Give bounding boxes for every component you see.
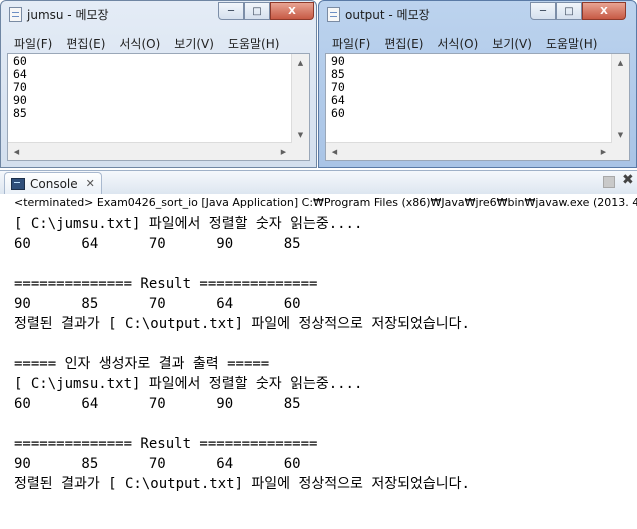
console-output[interactable]: [ C:\jumsu.txt] 파일에서 정렬할 숫자 읽는중.... 60 64…	[14, 214, 637, 494]
vertical-scrollbar[interactable]: ▲ ▼	[291, 54, 309, 160]
scroll-down-icon[interactable]: ▼	[612, 126, 629, 143]
text-line: 60	[331, 106, 345, 120]
window-title-text: output - 메모장	[345, 8, 430, 22]
window-title: jumsu - 메모장	[9, 6, 109, 23]
scroll-up-icon[interactable]: ▲	[612, 54, 629, 71]
text-editor-area[interactable]: 60 64 70 90 85 ▲ ▼ ◀ ▶	[7, 53, 310, 161]
text-line: 85	[13, 106, 27, 120]
menu-format[interactable]: 서식(O)	[430, 35, 485, 52]
close-button[interactable]: X	[582, 2, 626, 20]
console-line: [ C:\jumsu.txt] 파일에서 정렬할 숫자 읽는중....	[14, 376, 363, 392]
menu-bar: 파일(F) 편집(E) 서식(O) 보기(V) 도움말(H)	[7, 33, 310, 53]
horizontal-scrollbar[interactable]: ◀ ▶	[326, 142, 612, 160]
notepad-window-jumsu[interactable]: jumsu - 메모장 ─ □ X 파일(F) 편집(E) 서식(O) 보기(V…	[0, 0, 317, 168]
remove-launch-icon[interactable]: ✖	[622, 172, 634, 188]
scroll-left-icon[interactable]: ◀	[8, 143, 25, 160]
console-line: [ C:\jumsu.txt] 파일에서 정렬할 숫자 읽는중....	[14, 216, 363, 232]
tab-console[interactable]: Console ✕	[4, 172, 102, 194]
window-title: output - 메모장	[327, 6, 430, 23]
console-line: 60 64 70 90 85	[14, 396, 301, 412]
console-line: ============== Result ==============	[14, 276, 318, 292]
console-line: 60 64 70 90 85	[14, 236, 301, 252]
minimize-button[interactable]: ─	[530, 2, 556, 20]
minimize-button[interactable]: ─	[218, 2, 244, 20]
vertical-scrollbar[interactable]: ▲ ▼	[611, 54, 629, 160]
scroll-right-icon[interactable]: ▶	[275, 143, 292, 160]
terminate-icon[interactable]	[603, 176, 615, 188]
notepad-icon	[327, 7, 340, 22]
text-editor-area[interactable]: 90 85 70 64 60 ▲ ▼ ◀ ▶	[325, 53, 630, 161]
console-line: ===== 인자 생성자로 결과 출력 =====	[14, 356, 270, 372]
console-line: 정렬된 결과가 [ C:\output.txt] 파일에 정상적으로 저장되었습…	[14, 476, 470, 492]
menu-file[interactable]: 파일(F)	[325, 35, 377, 52]
menu-help[interactable]: 도움말(H)	[221, 35, 287, 52]
console-tab-bar: Console ✕ ✖	[0, 170, 637, 194]
menu-edit[interactable]: 편집(E)	[377, 35, 430, 52]
scroll-down-icon[interactable]: ▼	[292, 126, 309, 143]
notepad-icon	[9, 7, 22, 22]
console-line: 정렬된 결과가 [ C:\output.txt] 파일에 정상적으로 저장되었습…	[14, 316, 470, 332]
console-status-line: <terminated> Exam0426_sort_io [Java Appl…	[14, 196, 637, 209]
menu-bar: 파일(F) 편집(E) 서식(O) 보기(V) 도움말(H)	[325, 33, 630, 53]
maximize-button[interactable]: □	[556, 2, 582, 20]
menu-view[interactable]: 보기(V)	[167, 35, 221, 52]
tab-console-label: Console	[30, 176, 78, 191]
menu-format[interactable]: 서식(O)	[112, 35, 167, 52]
console-line: 90 85 70 64 60	[14, 456, 301, 472]
tab-close-icon[interactable]: ✕	[86, 177, 95, 190]
menu-edit[interactable]: 편집(E)	[59, 35, 112, 52]
horizontal-scrollbar[interactable]: ◀ ▶	[8, 142, 292, 160]
scroll-left-icon[interactable]: ◀	[326, 143, 343, 160]
menu-help[interactable]: 도움말(H)	[539, 35, 605, 52]
scroll-right-icon[interactable]: ▶	[595, 143, 612, 160]
console-line: ============== Result ==============	[14, 436, 318, 452]
close-button[interactable]: X	[270, 2, 314, 20]
console-icon	[11, 177, 25, 190]
scroll-up-icon[interactable]: ▲	[292, 54, 309, 71]
notepad-window-output[interactable]: output - 메모장 ─ □ X 파일(F) 편집(E) 서식(O) 보기(…	[318, 0, 637, 168]
window-title-text: jumsu - 메모장	[27, 8, 109, 22]
maximize-button[interactable]: □	[244, 2, 270, 20]
menu-view[interactable]: 보기(V)	[485, 35, 539, 52]
menu-file[interactable]: 파일(F)	[7, 35, 59, 52]
console-line: 90 85 70 64 60	[14, 296, 301, 312]
